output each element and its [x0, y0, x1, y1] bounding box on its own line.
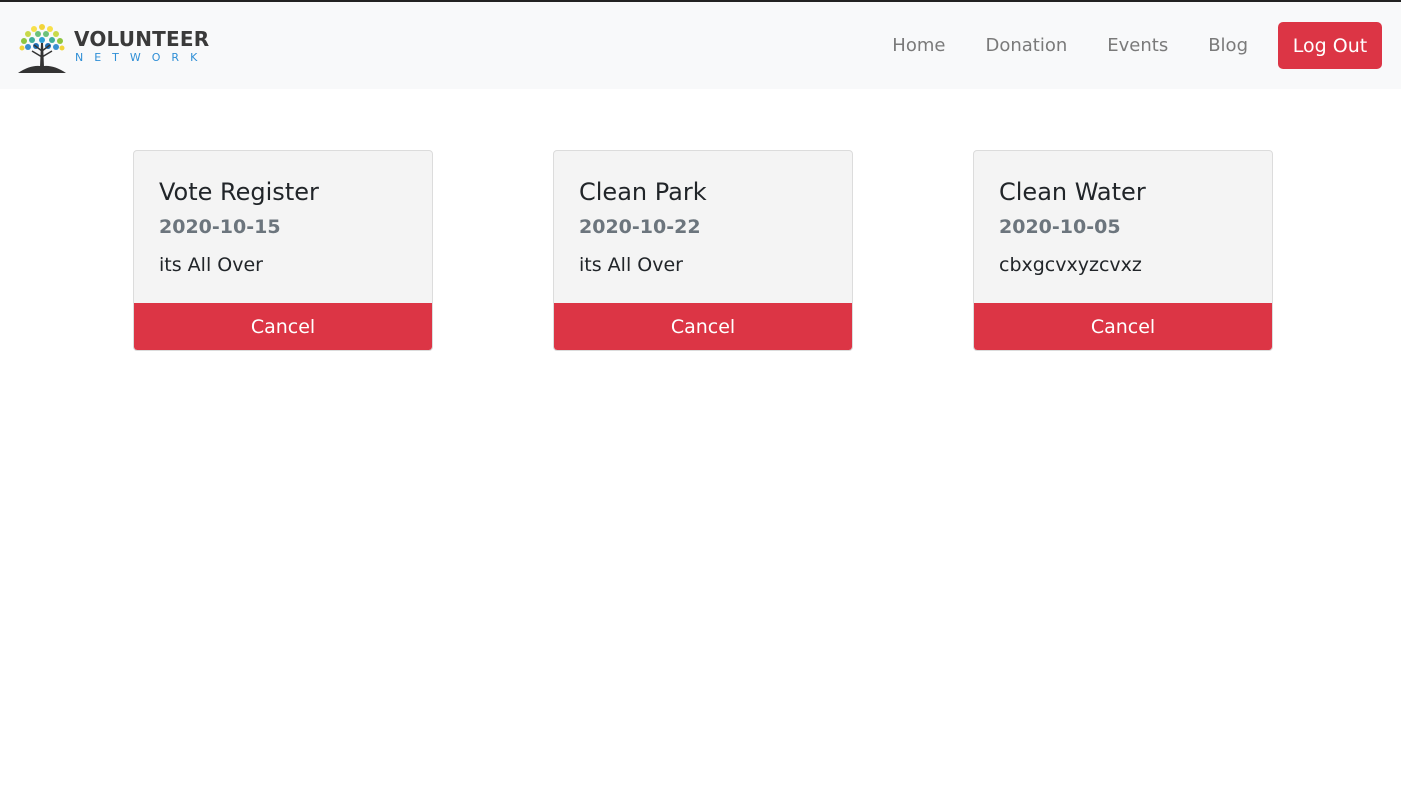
nav-link-home[interactable]: Home — [892, 35, 945, 56]
cancel-button[interactable]: Cancel — [134, 303, 432, 350]
event-date: 2020-10-15 — [159, 216, 281, 238]
event-card-list: Vote Register 2020-10-15 its All Over Ca… — [133, 150, 1273, 351]
event-title: Clean Water — [999, 178, 1146, 206]
tree-logo-icon — [18, 23, 66, 73]
event-description: its All Over — [579, 254, 683, 276]
event-date: 2020-10-05 — [999, 216, 1121, 238]
event-title: Vote Register — [159, 178, 319, 206]
event-title: Clean Park — [579, 178, 707, 206]
event-card: Vote Register 2020-10-15 its All Over Ca… — [133, 150, 433, 351]
event-card: Clean Park 2020-10-22 its All Over Cance… — [553, 150, 853, 351]
event-date: 2020-10-22 — [579, 216, 701, 238]
nav-link-blog[interactable]: Blog — [1208, 35, 1248, 56]
cancel-button[interactable]: Cancel — [554, 303, 852, 350]
navbar: VOLUNTEER NETWORK Home Donation Events B… — [0, 2, 1401, 89]
event-description: cbxgcvxyzcvxz — [999, 254, 1142, 276]
nav-link-donation[interactable]: Donation — [985, 35, 1067, 56]
brand-logo[interactable]: VOLUNTEER NETWORK — [14, 17, 209, 75]
cancel-button[interactable]: Cancel — [974, 303, 1272, 350]
event-description: its All Over — [159, 254, 263, 276]
brand-name: VOLUNTEER — [74, 26, 210, 51]
brand-text: VOLUNTEER NETWORK — [74, 29, 209, 63]
logout-button[interactable]: Log Out — [1278, 22, 1382, 69]
brand-subtitle: NETWORK — [75, 50, 209, 64]
event-card: Clean Water 2020-10-05 cbxgcvxyzcvxz Can… — [973, 150, 1273, 351]
nav-menu: Home Donation Events Blog Log Out — [892, 22, 1382, 69]
nav-link-events[interactable]: Events — [1107, 35, 1168, 56]
